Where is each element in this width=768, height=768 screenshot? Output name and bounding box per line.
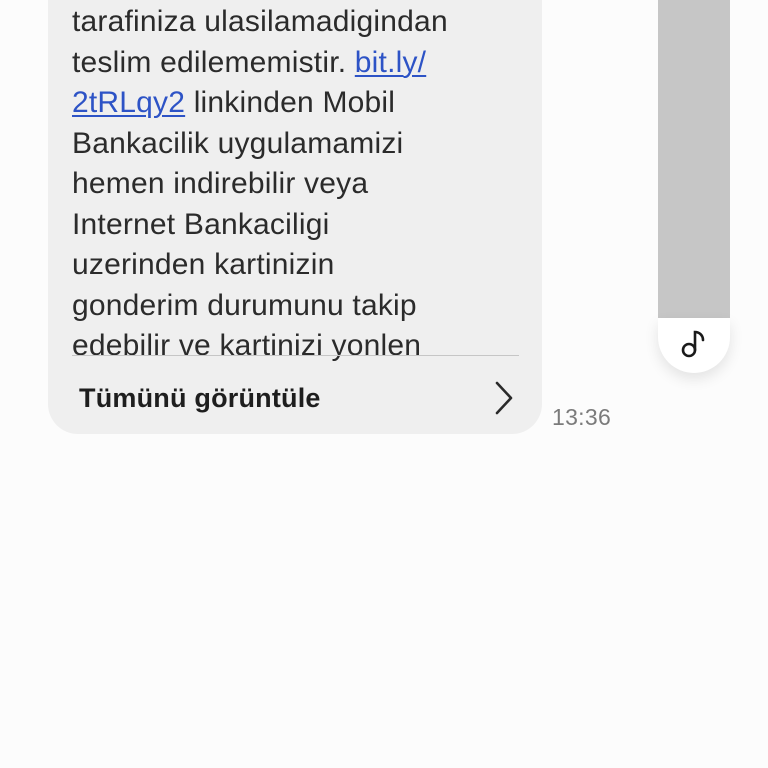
- short-link[interactable]: bit.ly/: [355, 46, 426, 79]
- message-line: uzerinden kartinizin: [72, 248, 335, 281]
- message-line: Internet Bankaciligi: [72, 207, 330, 241]
- message-timestamp: 13:36: [552, 404, 612, 430]
- conversation-screen: tarafiniza ulasilamadigindan teslim edil…: [0, 0, 768, 768]
- message-line: tarafiniza ulasilamadigindan: [72, 5, 448, 38]
- message-line: hemen indirebilir veya: [72, 167, 369, 200]
- scroll-handle[interactable]: [658, 318, 730, 373]
- view-all-button[interactable]: Tümünü görüntüle: [72, 370, 519, 426]
- message-line: teslim edilememistir. bit.ly/: [72, 43, 532, 84]
- short-link-continued[interactable]: 2tRLqy2: [72, 86, 185, 119]
- message-line: gonderim durumunu takip: [72, 288, 417, 322]
- fast-scroll-bar[interactable]: [658, 0, 730, 373]
- chevron-right-icon: [489, 378, 519, 418]
- music-note-icon: [680, 327, 708, 364]
- message-divider: [72, 355, 519, 356]
- message-line: Bankacilik uygulamamizi: [72, 126, 404, 160]
- scroll-track[interactable]: [658, 0, 730, 318]
- view-all-label: Tümünü görüntüle: [79, 382, 321, 413]
- message-text: tarafiniza ulasilamadigindan teslim edil…: [72, 2, 532, 367]
- message-line-text: teslim edilememistir.: [72, 45, 355, 79]
- message-line-text: linkinden Mobil: [193, 86, 396, 119]
- message-bubble[interactable]: tarafiniza ulasilamadigindan teslim edil…: [48, 0, 542, 434]
- message-line: edebilir ve kartinizi yonlen: [72, 329, 422, 362]
- message-line: 2tRLqy2 linkinden Mobil: [72, 83, 532, 124]
